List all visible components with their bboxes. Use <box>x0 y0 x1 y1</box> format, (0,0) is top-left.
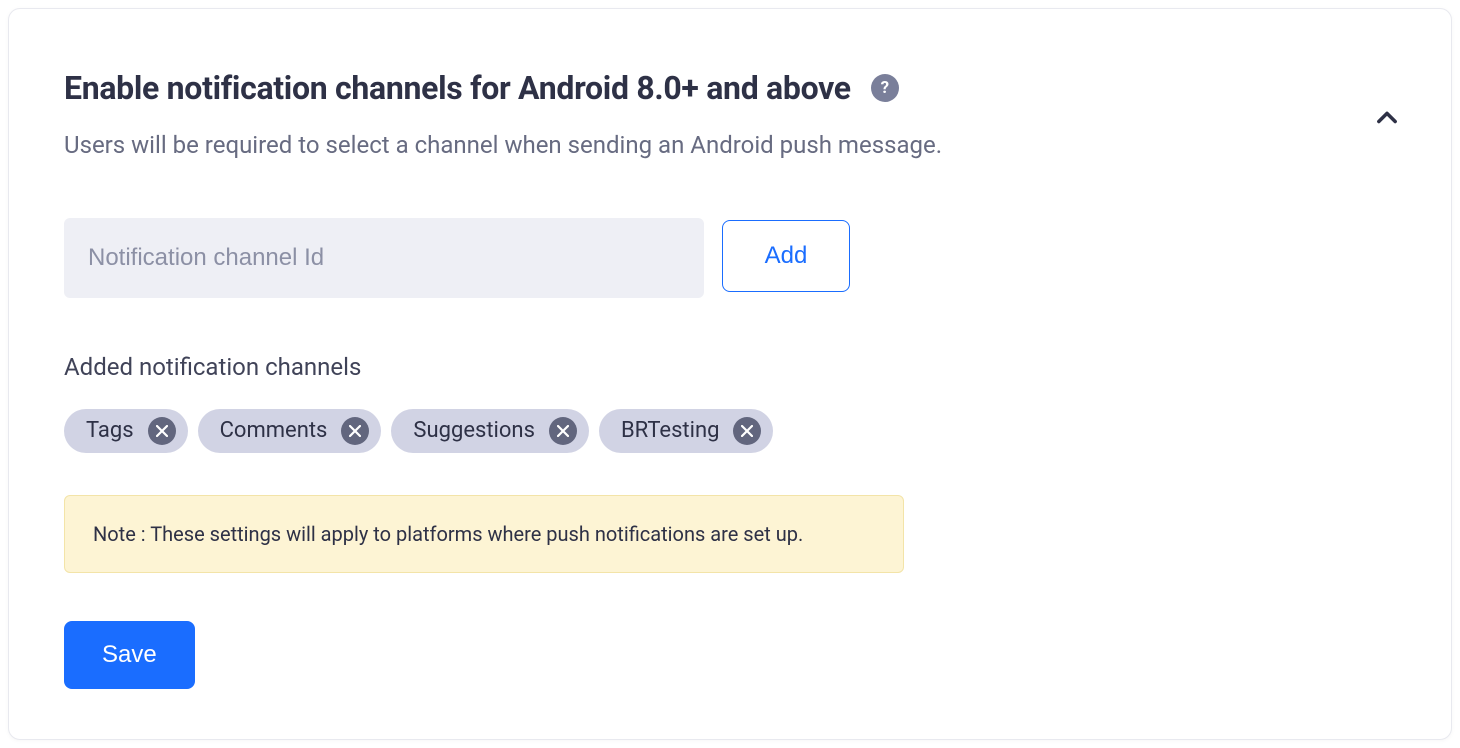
header-row: Enable notification channels for Android… <box>64 69 1396 107</box>
chip-remove-button[interactable] <box>549 417 577 445</box>
add-button[interactable]: Add <box>722 220 850 292</box>
collapse-toggle[interactable] <box>1373 104 1401 136</box>
chip-label: Tags <box>86 418 134 443</box>
chip-label: Suggestions <box>413 418 535 443</box>
channel-chip: Suggestions <box>391 409 589 453</box>
chips-row: Tags Comments Suggestions <box>64 409 1396 453</box>
page-subtitle: Users will be required to select a chann… <box>64 129 1396 163</box>
page-title: Enable notification channels for Android… <box>64 69 851 107</box>
chip-remove-button[interactable] <box>341 417 369 445</box>
channel-chip: Comments <box>198 409 382 453</box>
added-channels-label: Added notification channels <box>64 353 1396 381</box>
channel-id-input[interactable] <box>64 218 704 298</box>
chip-remove-button[interactable] <box>733 417 761 445</box>
close-icon <box>156 425 168 437</box>
close-icon <box>741 425 753 437</box>
note-box: Note : These settings will apply to plat… <box>64 495 904 573</box>
save-button[interactable]: Save <box>64 621 195 689</box>
close-icon <box>349 425 361 437</box>
chip-label: BRTesting <box>621 418 720 443</box>
channel-chip: Tags <box>64 409 188 453</box>
close-icon <box>557 425 569 437</box>
channel-input-row: Add <box>64 218 1396 298</box>
chevron-up-icon <box>1373 104 1401 132</box>
chip-remove-button[interactable] <box>148 417 176 445</box>
notification-channels-card: Enable notification channels for Android… <box>8 8 1452 740</box>
help-icon[interactable]: ? <box>871 74 899 102</box>
chip-label: Comments <box>220 418 328 443</box>
channel-chip: BRTesting <box>599 409 774 453</box>
